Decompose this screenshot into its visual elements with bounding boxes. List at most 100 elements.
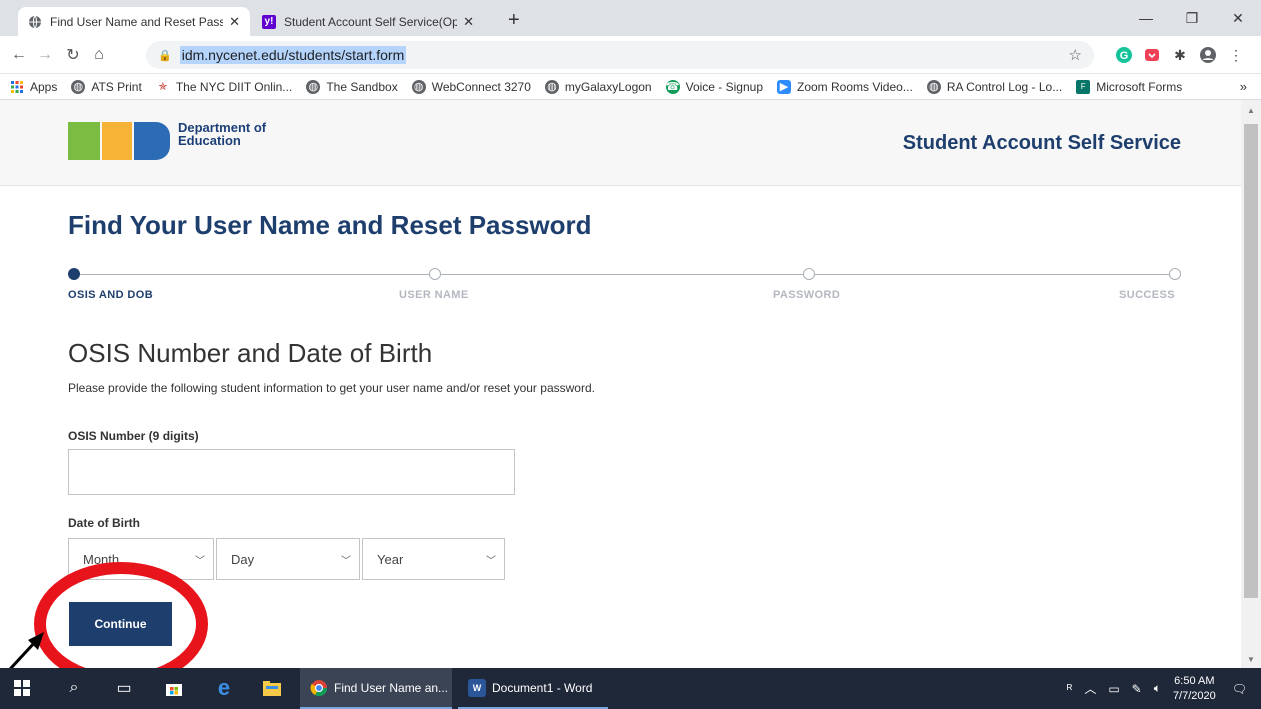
menu-kebab-icon[interactable]: ⋮ [1226, 45, 1246, 65]
address-bar[interactable]: 🔒 idm.nycenet.edu/students/start.form ☆ [146, 41, 1094, 69]
year-value: Year [377, 551, 404, 567]
month-select[interactable]: Month ﹀ [68, 538, 214, 580]
bookmark-ra-control[interactable]: ◍ RA Control Log - Lo... [926, 79, 1063, 94]
taskbar-app-label: Find User Name an... [334, 680, 449, 695]
step-label-osis: OSIS AND DOB [68, 289, 154, 301]
bookmark-webconnect[interactable]: ◍ WebConnect 3270 [411, 79, 531, 94]
new-tab-plus-icon[interactable]: + [508, 10, 520, 30]
step-dot-osis [68, 268, 80, 280]
bookmark-label: Zoom Rooms Video... [797, 79, 913, 94]
globe-icon [28, 15, 42, 29]
nyc-doe-logo: Department of Education [68, 121, 266, 160]
year-select[interactable]: Year ﹀ [362, 538, 505, 580]
file-explorer-icon[interactable] [260, 676, 284, 700]
yahoo-icon: y! [262, 14, 276, 29]
restore-icon[interactable]: ❐ [1169, 0, 1215, 36]
people-icon[interactable]: ᴿ [1067, 682, 1072, 696]
progress-stepper: OSIS AND DOB USER NAME PASSWORD SUCCESS [68, 268, 1181, 308]
pocket-icon[interactable] [1142, 45, 1162, 65]
close-icon[interactable]: ✕ [463, 14, 474, 30]
url-text: idm.nycenet.edu/students/start.form [179, 46, 407, 64]
globe-icon: ◍ [411, 79, 426, 94]
scroll-down-icon[interactable]: ▼ [1247, 655, 1255, 664]
word-icon: W [468, 678, 486, 697]
windows-start-icon[interactable] [10, 676, 34, 700]
close-icon[interactable]: ✕ [229, 14, 240, 30]
bookmark-label: myGalaxyLogon [564, 79, 652, 94]
network-icon[interactable]: ▭ [1108, 682, 1119, 696]
day-select[interactable]: Day ﹀ [216, 538, 360, 580]
zoom-icon: ▶ [777, 79, 791, 94]
more-bookmarks-icon[interactable]: » [1240, 79, 1247, 94]
bookmark-voice[interactable]: ☎ Voice - Signup [665, 79, 763, 94]
page-scrollbar[interactable]: ▲ ▼ [1241, 100, 1261, 668]
clock-time: 6:50 AM [1174, 674, 1215, 687]
chrome-icon [310, 679, 328, 697]
profile-avatar-icon[interactable] [1198, 45, 1218, 65]
step-dot-password [803, 268, 815, 280]
continue-button[interactable]: Continue [69, 602, 172, 646]
page-title: Find Your User Name and Reset Password [68, 210, 592, 240]
search-icon[interactable]: ⌕ [62, 676, 86, 700]
apps-grid-icon [10, 80, 24, 94]
clock-date: 7/7/2020 [1172, 689, 1216, 702]
system-tray: ᴿ ︿ ▭ ✎ 🔈︎ 6:50 AM 7/7/2020 🗨︎ [1067, 668, 1261, 709]
site-header: Department of Education Student Account … [0, 100, 1241, 186]
bookmark-label: WebConnect 3270 [431, 79, 531, 94]
home-icon[interactable]: ⌂ [88, 44, 110, 66]
bookmark-apps[interactable]: Apps [10, 80, 57, 94]
notifications-icon[interactable]: 🗨︎ [1232, 682, 1247, 696]
bookmark-label: RA Control Log - Lo... [946, 79, 1063, 94]
forms-icon: F [1076, 79, 1091, 94]
tab-find-user-name[interactable]: Find User Name and Reset Passw ✕ [18, 7, 250, 36]
chevron-up-icon[interactable]: ︿ [1084, 680, 1096, 697]
volume-icon[interactable]: 🔈︎ [1154, 681, 1161, 696]
bookmark-label: The Sandbox [326, 79, 398, 94]
lock-icon: 🔒 [158, 49, 172, 62]
step-label-success: SUCCESS [1119, 289, 1175, 301]
step-connector [80, 274, 429, 275]
scrollbar-thumb[interactable] [1244, 124, 1258, 598]
bookmark-label: Voice - Signup [685, 79, 763, 94]
taskbar-app-label: Document1 - Word [492, 680, 593, 695]
globe-icon: ◍ [71, 79, 86, 94]
minimize-icon[interactable]: — [1123, 0, 1169, 36]
bookmark-star-icon[interactable]: ☆ [1069, 46, 1082, 64]
forward-arrow-icon[interactable]: → [34, 44, 56, 66]
svg-text:G: G [1120, 50, 1129, 62]
pen-icon[interactable]: ✎ [1132, 682, 1142, 696]
bookmark-label: ATS Print [91, 79, 142, 94]
day-value: Day [231, 551, 255, 567]
step-label-username: USER NAME [399, 289, 469, 301]
bookmark-ms-forms[interactable]: F Microsoft Forms [1076, 79, 1182, 94]
grammarly-icon[interactable]: G [1114, 45, 1134, 65]
globe-icon: ◍ [306, 79, 321, 94]
instructions-text: Please provide the following student inf… [68, 381, 595, 395]
store-icon[interactable] [162, 676, 186, 700]
step-dot-username [429, 268, 441, 280]
edge-browser-icon[interactable]: e [212, 675, 236, 700]
window-close-icon[interactable]: ✕ [1215, 0, 1261, 36]
back-arrow-icon[interactable]: ← [8, 44, 30, 66]
taskbar-app-chrome[interactable]: Find User Name an... [300, 668, 452, 709]
task-view-icon[interactable]: ▭ [112, 676, 136, 700]
osis-number-input[interactable] [68, 449, 515, 495]
tab-strip: Find User Name and Reset Passw ✕ y! Stud… [0, 0, 1261, 36]
bookmark-nyc-diit[interactable]: ✯ The NYC DIIT Onlin... [156, 80, 292, 94]
scroll-up-icon[interactable]: ▲ [1247, 106, 1255, 115]
logo-text: Department of Education [178, 121, 266, 147]
reload-icon[interactable]: ↻ [62, 44, 84, 66]
tab-student-account[interactable]: y! Student Account Self Service(Op ✕ [252, 7, 484, 36]
bookmark-mygalaxy[interactable]: ◍ myGalaxyLogon [544, 79, 652, 94]
page-viewport: Department of Education Student Account … [0, 100, 1241, 668]
header-title: Student Account Self Service [902, 132, 1181, 154]
taskbar-app-word[interactable]: W Document1 - Word [458, 668, 608, 709]
taskbar-clock[interactable]: 6:50 AM 7/7/2020 [1173, 674, 1216, 704]
step-connector [441, 274, 803, 275]
bookmark-zoom[interactable]: ▶ Zoom Rooms Video... [777, 79, 913, 94]
section-title: OSIS Number and Date of Birth [68, 338, 433, 368]
bookmark-ats-print[interactable]: ◍ ATS Print [71, 79, 142, 94]
globe-icon: ◍ [544, 79, 559, 94]
bookmark-sandbox[interactable]: ◍ The Sandbox [306, 79, 398, 94]
extensions-puzzle-icon[interactable]: ✱ [1170, 45, 1190, 65]
